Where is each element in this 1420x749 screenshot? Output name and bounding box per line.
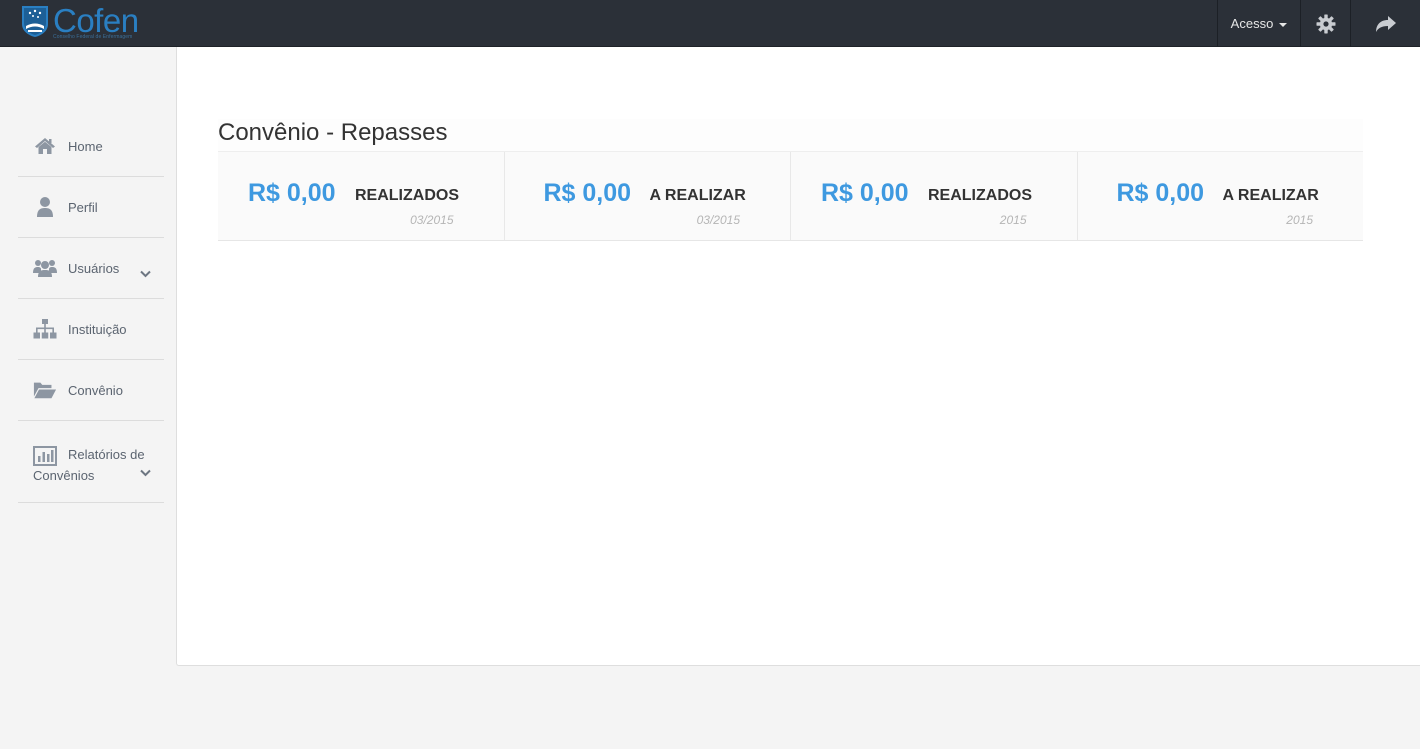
chevron-down-icon <box>140 464 151 482</box>
settings-button[interactable] <box>1300 0 1350 47</box>
stat-label: REALIZADOS <box>928 187 1032 204</box>
stat-label: A REALIZAR <box>1222 187 1319 204</box>
stats-row: R$ 0,00 REALIZADOS 03/2015 R$ 0,00 A REA… <box>218 151 1363 241</box>
stat-period: 2015 <box>1286 213 1313 227</box>
sidebar-item-home[interactable]: Home <box>18 116 164 177</box>
sidebar-item-relatorios[interactable]: Relatórios de Convênios <box>18 421 164 503</box>
sidebar-item-label-continued: Convênios <box>33 468 95 483</box>
share-icon <box>1375 15 1396 32</box>
bar-chart-icon <box>33 445 57 467</box>
stat-label: A REALIZAR <box>649 187 746 204</box>
sidebar-item-label: Relatórios de <box>68 447 145 462</box>
acesso-dropdown[interactable]: Acesso <box>1217 0 1300 47</box>
chevron-down-icon <box>140 265 151 283</box>
stat-value: R$ 0,00 <box>543 179 632 207</box>
brand-name: Cofen <box>53 2 139 39</box>
page-title: Convênio - Repasses <box>218 119 1363 151</box>
stat-card: R$ 0,00 A REALIZAR 2015 <box>1078 152 1364 240</box>
sidebar-item-instituicao[interactable]: Instituição <box>18 299 164 360</box>
gear-icon <box>1316 14 1335 33</box>
top-navbar: Cofen Conselho Federal de Enfermagem Ace… <box>0 0 1420 47</box>
brand-subtitle: Conselho Federal de Enfermagem <box>53 34 133 40</box>
stat-period: 03/2015 <box>696 213 740 227</box>
users-icon <box>33 257 57 279</box>
sidebar-item-usuarios[interactable]: Usuários <box>18 238 164 299</box>
sidebar: Home Perfil Usuários Instituição Convêni… <box>0 47 176 749</box>
brand-logo[interactable]: Cofen Conselho Federal de Enfermagem <box>20 4 139 42</box>
sidebar-item-perfil[interactable]: Perfil <box>18 177 164 238</box>
stat-card: R$ 0,00 REALIZADOS 2015 <box>791 152 1078 240</box>
sidebar-item-label: Home <box>68 138 103 154</box>
sidebar-item-label: Instituição <box>68 321 127 337</box>
stat-card: R$ 0,00 REALIZADOS 03/2015 <box>218 152 505 240</box>
logout-button[interactable] <box>1350 0 1420 47</box>
stat-label: REALIZADOS <box>355 187 459 204</box>
folder-open-icon <box>33 379 57 401</box>
acesso-label: Acesso <box>1230 16 1274 31</box>
stat-value: R$ 0,00 <box>248 179 336 207</box>
stat-period: 03/2015 <box>410 213 454 227</box>
caret-down-icon <box>1279 22 1288 27</box>
sidebar-item-label: Convênio <box>68 382 123 398</box>
user-icon <box>33 196 57 218</box>
sidebar-menu: Home Perfil Usuários Instituição Convêni… <box>18 116 164 503</box>
home-icon <box>33 135 57 157</box>
main-panel: Convênio - Repasses R$ 0,00 REALIZADOS 0… <box>176 47 1420 666</box>
cofen-shield-icon <box>22 6 48 37</box>
stat-period: 2015 <box>999 213 1027 227</box>
stat-value: R$ 0,00 <box>1116 179 1205 207</box>
stat-card: R$ 0,00 A REALIZAR 03/2015 <box>505 152 791 240</box>
sidebar-item-convenio[interactable]: Convênio <box>18 360 164 421</box>
stat-value: R$ 0,00 <box>821 179 909 207</box>
sidebar-item-label: Usuários <box>68 260 120 276</box>
sidebar-item-label: Perfil <box>68 199 98 215</box>
sitemap-icon <box>33 318 57 340</box>
